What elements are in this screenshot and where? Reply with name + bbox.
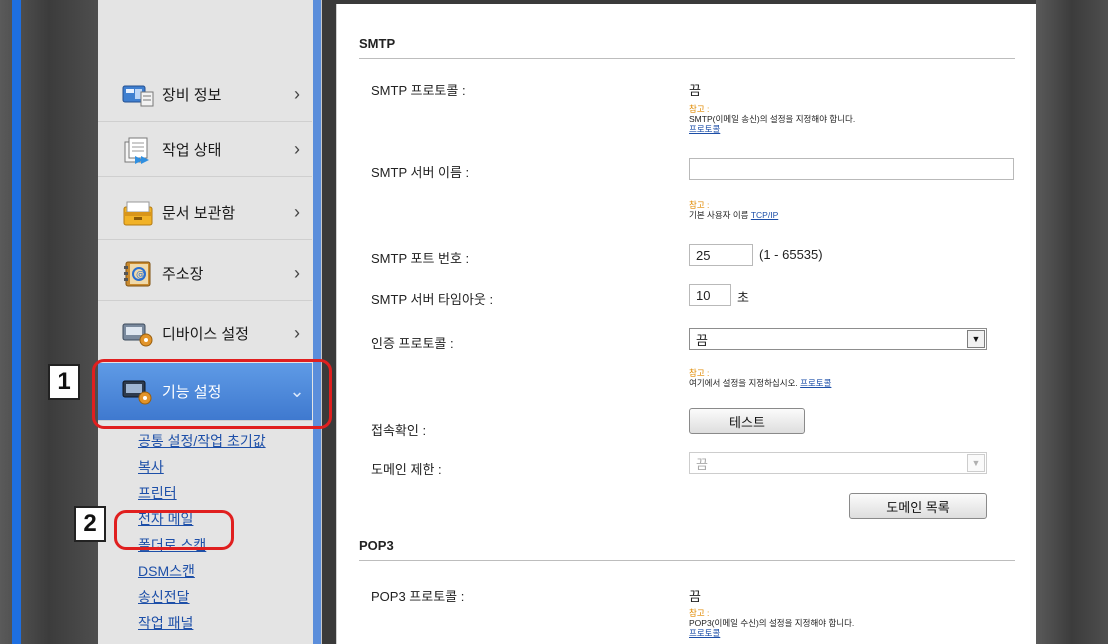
note-heading: 참고 : [689, 200, 710, 210]
note-heading: 참고 : [689, 608, 710, 618]
sidebar-item-device-info[interactable]: 장비 정보 › [98, 68, 312, 122]
sidebar-item-label: 문서 보관함 [162, 205, 236, 222]
note-heading: 참고 : [689, 368, 710, 378]
note-text: SMTP(이메일 송신)의 설정을 지정해야 합니다. [689, 114, 856, 124]
sidebar-scroll-strip [313, 0, 321, 644]
main-top-border [336, 0, 1036, 4]
dropdown-arrow-icon[interactable]: ▼ [967, 330, 985, 348]
sidebar-item-label: 주소장 [162, 266, 204, 283]
dropdown-arrow-icon[interactable]: ▼ [967, 454, 985, 472]
note-text: POP3(이메일 수신)의 설정을 지정해야 합니다. [689, 618, 855, 628]
smtp-server-name-label: SMTP 서버 이름 : [371, 165, 470, 180]
left-accent-bar [12, 0, 21, 644]
section-divider [359, 560, 1015, 561]
pop3-protocol-value: 끔 [689, 589, 701, 604]
sub-link-copy[interactable]: 복사 [138, 454, 266, 480]
job-status-icon [120, 136, 156, 164]
sub-link-operation-panel[interactable]: 작업 패널 [138, 610, 266, 636]
smtp-server-note: 참고 : 기본 사용자 이름 TCP/IP [689, 200, 778, 220]
note-heading: 참고 : [689, 104, 710, 114]
sidebar-item-address-book[interactable]: @ 주소장 › [98, 247, 312, 301]
section-title-pop3: POP3 [359, 538, 394, 553]
smtp-port-range: (1 - 65535) [759, 247, 823, 262]
chevron-right-icon: › [294, 139, 300, 159]
domain-list-button[interactable]: 도메인 목록 [849, 493, 987, 519]
device-settings-icon [120, 320, 156, 348]
smtp-port-input[interactable] [689, 244, 753, 266]
sub-link-printer[interactable]: 프린터 [138, 480, 266, 506]
device-info-icon [120, 81, 156, 109]
smtp-protocol-label: SMTP 프로토콜 : [371, 83, 466, 98]
background-right [1036, 0, 1108, 644]
smtp-protocol-note: 참고 : SMTP(이메일 송신)의 설정을 지정해야 합니다. 프로토콜 [689, 104, 855, 134]
domain-restriction-label: 도메인 제한 : [371, 462, 442, 477]
smtp-timeout-label: SMTP 서버 타임아웃 : [371, 292, 494, 307]
callout-number-1: 1 [48, 364, 80, 400]
chevron-right-icon: › [294, 84, 300, 104]
auth-protocol-label: 인증 프로토콜 : [371, 336, 454, 351]
main-panel: SMTP SMTP 프로토콜 : 끔 참고 : SMTP(이메일 송신)의 설정… [336, 0, 1036, 644]
callout-number-2: 2 [74, 506, 106, 542]
callout-highlight-function-settings [92, 359, 332, 429]
pop3-note-link[interactable]: 프로토콜 [689, 628, 720, 638]
chevron-right-icon: › [294, 263, 300, 283]
connection-check-label: 접속확인 : [371, 423, 427, 438]
sidebar-item-document-box[interactable]: 문서 보관함 › [98, 186, 312, 240]
sub-link-dsm-scan[interactable]: DSM스캔 [138, 558, 266, 584]
sidebar-item-label: 장비 정보 [162, 87, 222, 104]
chevron-right-icon: › [294, 202, 300, 222]
section-title-smtp: SMTP [359, 36, 396, 51]
section-divider [359, 58, 1015, 59]
smtp-server-name-input[interactable] [689, 158, 1014, 180]
smtp-port-label: SMTP 포트 번호 : [371, 251, 470, 266]
smtp-timeout-unit: 초 [737, 290, 749, 305]
sub-link-send-forward[interactable]: 송신전달 [138, 584, 266, 610]
note-text: 기본 사용자 이름 [689, 210, 749, 220]
smtp-protocol-note-link[interactable]: 프로토콜 [689, 124, 720, 134]
select-value: 끔 [696, 332, 708, 348]
smtp-protocol-value: 끔 [689, 83, 701, 98]
document-box-icon [120, 199, 156, 227]
address-book-icon: @ [120, 260, 156, 288]
sidebar-item-device-settings[interactable]: 디바이스 설정 › [98, 307, 312, 361]
smtp-timeout-input[interactable] [689, 284, 731, 306]
sub-link-common-settings[interactable]: 공통 설정/작업 초기값 [138, 428, 266, 454]
test-button[interactable]: 테스트 [689, 408, 805, 434]
sidebar-item-label: 디바이스 설정 [162, 326, 249, 343]
callout-highlight-email [114, 510, 234, 550]
sidebar-item-job-status[interactable]: 작업 상태 › [98, 123, 312, 177]
domain-restriction-select[interactable]: 끔 ▼ [689, 452, 987, 474]
auth-protocol-note-link[interactable]: 프로토콜 [800, 378, 831, 388]
select-value: 끔 [696, 456, 708, 472]
smtp-server-note-link[interactable]: TCP/IP [751, 210, 778, 220]
svg-text:@: @ [136, 270, 145, 280]
note-text: 여기에서 설정을 지정하십시오. [689, 378, 798, 388]
chevron-right-icon: › [294, 323, 300, 343]
sidebar-item-label: 작업 상태 [162, 142, 222, 159]
pop3-protocol-note: 참고 : POP3(이메일 수신)의 설정을 지정해야 합니다. 프로토콜 [689, 608, 854, 638]
auth-protocol-note: 참고 : 여기에서 설정을 지정하십시오. 프로토콜 [689, 368, 831, 388]
auth-protocol-select[interactable]: 끔 ▼ [689, 328, 987, 350]
pop3-protocol-label: POP3 프로토콜 : [371, 589, 465, 604]
